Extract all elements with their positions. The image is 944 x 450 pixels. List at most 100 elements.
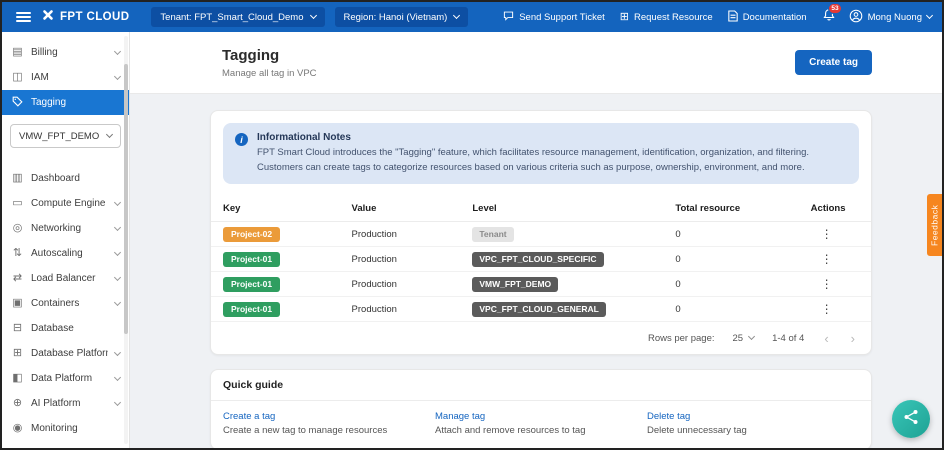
database-platform-icon: ⊞ bbox=[11, 348, 24, 359]
value-cell: Production bbox=[352, 254, 473, 265]
chevron-down-icon bbox=[114, 72, 121, 79]
chevron-down-icon bbox=[748, 333, 755, 340]
app-window: FPT CLOUD Tenant: FPT_Smart_Cloud_Demo R… bbox=[0, 0, 944, 450]
request-resource-link[interactable]: ⊞ Request Resource bbox=[620, 12, 713, 23]
page-header: Tagging Manage all tag in VPC Create tag bbox=[130, 32, 942, 94]
chevron-down-icon bbox=[114, 248, 121, 255]
table-row: Project-01 Production VMW_FPT_DEMO 0 ⋮ bbox=[211, 272, 871, 297]
send-support-ticket-link[interactable]: Send Support Ticket bbox=[503, 10, 605, 24]
level-badge: VMW_FPT_DEMO bbox=[472, 277, 558, 292]
create-a-tag-link[interactable]: Create a tag bbox=[223, 411, 435, 422]
region-label: Region: Hanoi (Vietnam) bbox=[344, 12, 448, 23]
previous-page-button[interactable]: ‹ bbox=[822, 332, 830, 345]
sidebar-item-autoscaling[interactable]: ⇅ Autoscaling bbox=[2, 241, 129, 266]
total-resource-cell: 0 bbox=[675, 229, 810, 240]
fpt-cloud-logo[interactable]: FPT CLOUD bbox=[41, 8, 129, 27]
ticket-icon bbox=[503, 10, 514, 24]
level-badge: Tenant bbox=[472, 227, 513, 242]
key-badge: Project-02 bbox=[223, 227, 280, 242]
sidebar-item-networking[interactable]: ◎ Networking bbox=[2, 216, 129, 241]
sidebar-scrollbar-track bbox=[124, 36, 128, 444]
delete-tag-desc: Delete unnecessary tag bbox=[647, 425, 859, 436]
tag-icon bbox=[11, 96, 24, 110]
tenant-label: Tenant: FPT_Smart_Cloud_Demo bbox=[160, 12, 303, 23]
page-title: Tagging bbox=[222, 47, 317, 64]
info-note-line1: FPT Smart Cloud introduces the "Tagging"… bbox=[257, 146, 809, 161]
column-header-total-resource: Total resource bbox=[675, 203, 810, 214]
info-note-line2: Customers can create tags to categorize … bbox=[257, 161, 809, 176]
grid-plus-icon: ⊞ bbox=[620, 12, 629, 23]
region-selector[interactable]: Region: Hanoi (Vietnam) bbox=[335, 7, 469, 27]
table-header-row: Key Value Level Total resource Actions bbox=[211, 196, 871, 222]
chevron-down-icon bbox=[114, 398, 121, 405]
column-header-level: Level bbox=[472, 203, 675, 214]
user-menu[interactable]: Mong Nuong bbox=[849, 9, 932, 26]
pagination-range: 1-4 of 4 bbox=[772, 333, 804, 344]
informational-notes: i Informational Notes FPT Smart Cloud in… bbox=[223, 123, 859, 184]
sidebar-item-load-balancer[interactable]: ⇄ Load Balancer bbox=[2, 266, 129, 291]
sidebar-item-ai-platform[interactable]: ⊕ AI Platform bbox=[2, 391, 129, 416]
value-cell: Production bbox=[352, 279, 473, 290]
chat-support-button[interactable] bbox=[892, 400, 930, 438]
info-icon: i bbox=[235, 133, 248, 146]
manage-tag-desc: Attach and remove resources to tag bbox=[435, 425, 647, 436]
tenant-selector[interactable]: Tenant: FPT_Smart_Cloud_Demo bbox=[151, 7, 324, 27]
chevron-down-icon bbox=[114, 373, 121, 380]
feedback-tab[interactable]: Feedback bbox=[927, 194, 942, 256]
dashboard-icon: ▥ bbox=[11, 173, 24, 184]
rows-per-page-select[interactable]: 25 bbox=[733, 333, 755, 344]
key-badge: Project-01 bbox=[223, 252, 280, 267]
sidebar-item-tagging[interactable]: Tagging bbox=[2, 90, 129, 115]
create-tag-button[interactable]: Create tag bbox=[795, 50, 872, 75]
chevron-down-icon bbox=[114, 198, 121, 205]
sidebar-item-data-platform[interactable]: ◧ Data Platform bbox=[2, 366, 129, 391]
container-icon: ▣ bbox=[11, 298, 24, 309]
database-icon: ⊟ bbox=[11, 323, 24, 334]
chevron-down-icon bbox=[106, 131, 113, 138]
sidebar-item-containers[interactable]: ▣ Containers bbox=[2, 291, 129, 316]
chevron-down-icon bbox=[114, 223, 121, 230]
sidebar-item-monitoring[interactable]: ◉ Monitoring bbox=[2, 416, 129, 441]
column-header-value: Value bbox=[352, 203, 473, 214]
chevron-down-icon bbox=[926, 12, 933, 19]
documentation-link[interactable]: Documentation bbox=[728, 10, 807, 25]
create-a-tag-desc: Create a new tag to manage resources bbox=[223, 425, 435, 436]
fpt-logo-icon bbox=[41, 8, 55, 27]
sidebar-item-database-platform[interactable]: ⊞ Database Platform bbox=[2, 341, 129, 366]
kebab-menu-icon[interactable]: ⋮ bbox=[821, 252, 833, 266]
sidebar-item-dashboard[interactable]: ▥ Dashboard bbox=[2, 166, 129, 191]
sidebar-item-compute-engine[interactable]: ▭ Compute Engine bbox=[2, 191, 129, 216]
notifications-button[interactable]: 53 bbox=[823, 8, 835, 26]
menu-icon[interactable] bbox=[16, 12, 31, 22]
level-badge: VPC_FPT_CLOUD_SPECIFIC bbox=[472, 252, 603, 267]
chevron-down-icon bbox=[114, 47, 121, 54]
kebab-menu-icon[interactable]: ⋮ bbox=[821, 277, 833, 291]
column-header-key: Key bbox=[223, 203, 352, 214]
billing-icon: ▤ bbox=[11, 47, 24, 58]
sidebar-item-billing[interactable]: ▤ Billing bbox=[2, 40, 129, 65]
chevron-down-icon bbox=[114, 273, 121, 280]
load-balancer-icon: ⇄ bbox=[11, 273, 24, 284]
avatar-icon bbox=[849, 9, 863, 26]
next-page-button[interactable]: › bbox=[849, 332, 857, 345]
manage-tag-link[interactable]: Manage tag bbox=[435, 411, 647, 422]
document-icon bbox=[728, 10, 738, 25]
identity-icon: ◫ bbox=[11, 72, 24, 83]
key-badge: Project-01 bbox=[223, 302, 280, 317]
network-icon: ◎ bbox=[11, 223, 24, 234]
sidebar-item-database[interactable]: ⊟ Database bbox=[2, 316, 129, 341]
tags-card: i Informational Notes FPT Smart Cloud in… bbox=[210, 110, 872, 355]
share-chat-icon bbox=[902, 408, 920, 431]
data-platform-icon: ◧ bbox=[11, 373, 24, 384]
chevron-down-icon bbox=[309, 12, 316, 19]
vpc-selector[interactable]: VMW_FPT_DEMO bbox=[10, 124, 121, 148]
kebab-menu-icon[interactable]: ⋮ bbox=[821, 302, 833, 316]
main-content: Tagging Manage all tag in VPC Create tag… bbox=[130, 32, 942, 448]
sidebar-item-iam[interactable]: ◫ IAM bbox=[2, 65, 129, 90]
pagination: Rows per page: 25 1-4 of 4 ‹ › bbox=[211, 322, 871, 354]
delete-tag-link[interactable]: Delete tag bbox=[647, 411, 859, 422]
chevron-down-icon bbox=[453, 12, 460, 19]
kebab-menu-icon[interactable]: ⋮ bbox=[821, 227, 833, 241]
sidebar-scrollbar-thumb[interactable] bbox=[124, 64, 128, 334]
value-cell: Production bbox=[352, 229, 473, 240]
